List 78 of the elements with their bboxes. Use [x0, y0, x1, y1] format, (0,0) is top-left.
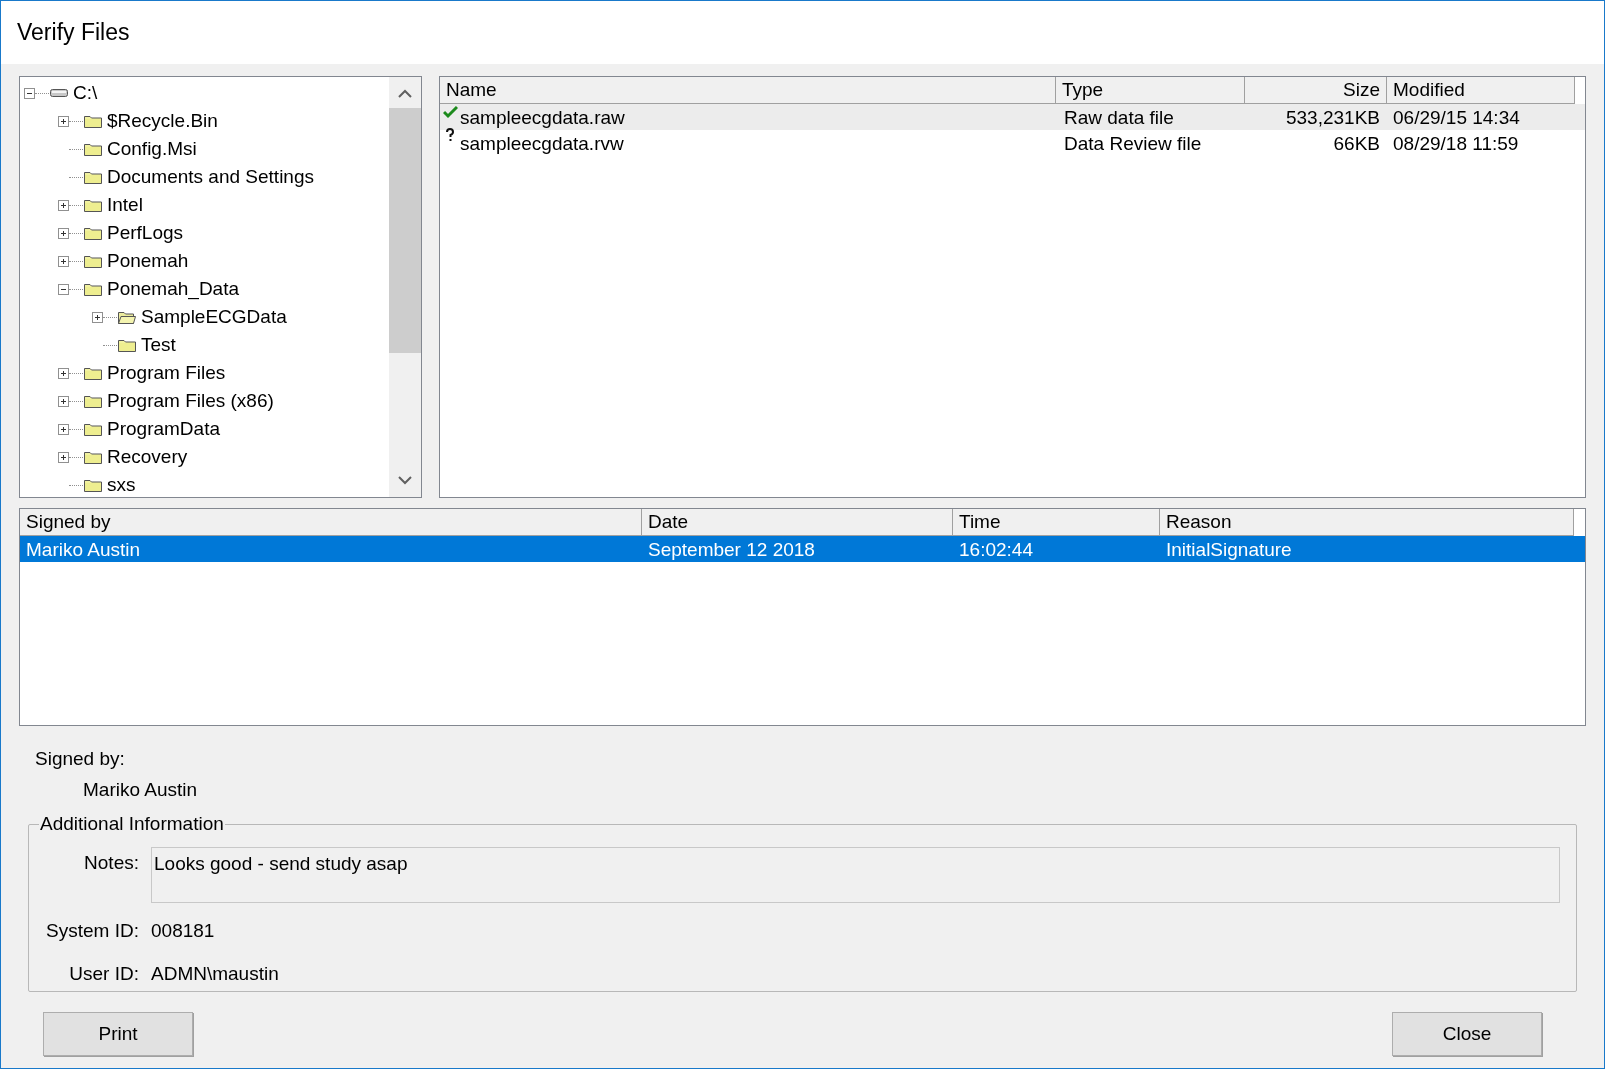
folder-icon: [84, 422, 102, 436]
tree-item[interactable]: Config.Msi: [106, 134, 198, 164]
signed-by-label: Signed by:: [35, 747, 126, 771]
folder-icon: [84, 198, 102, 212]
expand-icon[interactable]: [58, 255, 69, 267]
folder-icon: [84, 142, 102, 156]
folder-icon: [84, 366, 102, 380]
folder-icon: [84, 170, 102, 184]
column-header[interactable]: Type: [1056, 77, 1245, 104]
signature-date: September 12 2018: [647, 538, 816, 562]
column-header[interactable]: Modified: [1387, 77, 1575, 104]
scrollbar-thumb[interactable]: [389, 108, 421, 353]
file-modified: 06/29/15 14:34: [1392, 106, 1521, 130]
system-id-label: System ID:: [45, 919, 139, 943]
file-modified: 08/29/18 11:59: [1392, 132, 1520, 156]
column-header[interactable]: Time: [953, 509, 1160, 536]
tree-item[interactable]: sxs: [106, 470, 137, 497]
folder-icon: [84, 282, 102, 296]
dialog-button[interactable]: Close: [1392, 1012, 1542, 1056]
tree-item[interactable]: Program Files (x86): [106, 386, 275, 416]
expand-icon[interactable]: [58, 423, 69, 435]
signer-name: Mariko Austin: [82, 777, 199, 802]
column-header[interactable]: Size: [1245, 77, 1387, 104]
file-row[interactable]: sampleecgdata.raw Raw data file 533,231KB 06/29/15 14:34: [440, 104, 1585, 130]
notes-label: Notes:: [83, 851, 139, 875]
file-name: sampleecgdata.rvw: [460, 132, 624, 156]
expand-icon[interactable]: [92, 311, 103, 323]
dialog-button[interactable]: Print: [43, 1012, 193, 1056]
column-header[interactable]: Date: [642, 509, 953, 536]
folder-icon: [84, 394, 102, 408]
tree-item[interactable]: ProgramData: [106, 414, 221, 444]
user-id-label: User ID:: [68, 961, 139, 986]
expand-icon[interactable]: [58, 115, 69, 127]
expand-icon[interactable]: [58, 451, 69, 463]
collapse-icon[interactable]: [24, 87, 35, 99]
scroll-down-icon[interactable]: [398, 476, 412, 485]
tree-item[interactable]: Documents and Settings: [106, 162, 315, 192]
expand-icon[interactable]: [58, 395, 69, 407]
folder-icon: [84, 226, 102, 240]
user-id-value: ADMN\maustin: [151, 961, 280, 986]
folder-icon: [118, 338, 136, 352]
file-type: Data Review file: [1063, 132, 1203, 156]
tree-item[interactable]: Recovery: [106, 442, 189, 472]
drive-icon: [50, 88, 68, 98]
folder-icon: [84, 254, 102, 268]
folder-icon: [84, 114, 102, 128]
signature-time: 16:02:44: [958, 538, 1034, 562]
tree-item[interactable]: PerfLogs: [106, 218, 185, 248]
column-header[interactable]: Signed by: [20, 509, 642, 536]
signature-reason: InitialSignature: [1165, 538, 1293, 562]
tree-item[interactable]: $Recycle.Bin: [106, 106, 219, 136]
system-id-value: 008181: [151, 919, 216, 943]
signature-row[interactable]: Mariko Austin September 12 2018 16:02:44 InitialSignature: [20, 536, 1585, 562]
column-header[interactable]: Name: [440, 77, 1056, 104]
scroll-up-icon[interactable]: [398, 89, 412, 98]
tree-item[interactable]: Ponemah: [106, 246, 190, 276]
signer-name: Mariko Austin: [25, 538, 142, 562]
expand-icon[interactable]: [58, 199, 69, 211]
column-header[interactable]: Reason: [1160, 509, 1574, 536]
tree-item[interactable]: Intel: [106, 190, 144, 220]
folder-icon: [84, 450, 102, 464]
tree-item[interactable]: C:\: [72, 78, 99, 108]
collapse-icon[interactable]: [58, 283, 69, 295]
expand-icon[interactable]: [58, 367, 69, 379]
tree-item[interactable]: Test: [140, 330, 177, 360]
expand-icon[interactable]: [58, 227, 69, 239]
file-size: 66KB: [1332, 132, 1381, 156]
open-folder-icon: [118, 310, 136, 324]
notes-field[interactable]: Looks good - send study asap: [151, 847, 1560, 903]
file-type: Raw data file: [1063, 106, 1175, 130]
scrollbar[interactable]: [389, 77, 421, 497]
window-title: Verify Files: [17, 18, 130, 48]
file-name: sampleecgdata.raw: [460, 106, 625, 130]
folder-icon: [84, 478, 102, 492]
tree-item[interactable]: SampleECGData: [140, 302, 288, 332]
tree-item[interactable]: Program Files: [106, 358, 227, 388]
tree-item[interactable]: Ponemah_Data: [106, 274, 241, 304]
file-size: 533,231KB: [1284, 106, 1381, 130]
